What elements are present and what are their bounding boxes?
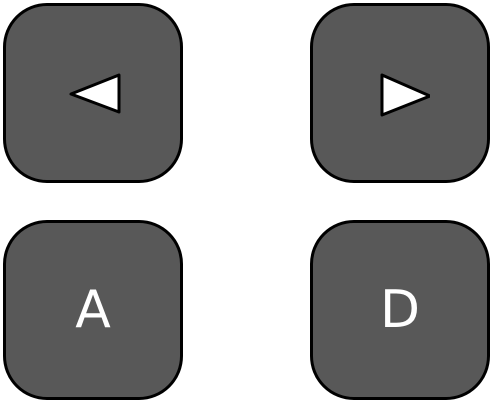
left-arrow-key[interactable] — [3, 3, 183, 183]
right-arrow-key[interactable] — [310, 3, 490, 183]
a-key[interactable]: A — [3, 220, 183, 400]
d-key-label: D — [379, 280, 421, 340]
d-key[interactable]: D — [310, 220, 490, 400]
left-arrow-icon — [69, 73, 121, 114]
a-key-label: A — [75, 280, 111, 340]
right-arrow-icon — [380, 73, 430, 117]
